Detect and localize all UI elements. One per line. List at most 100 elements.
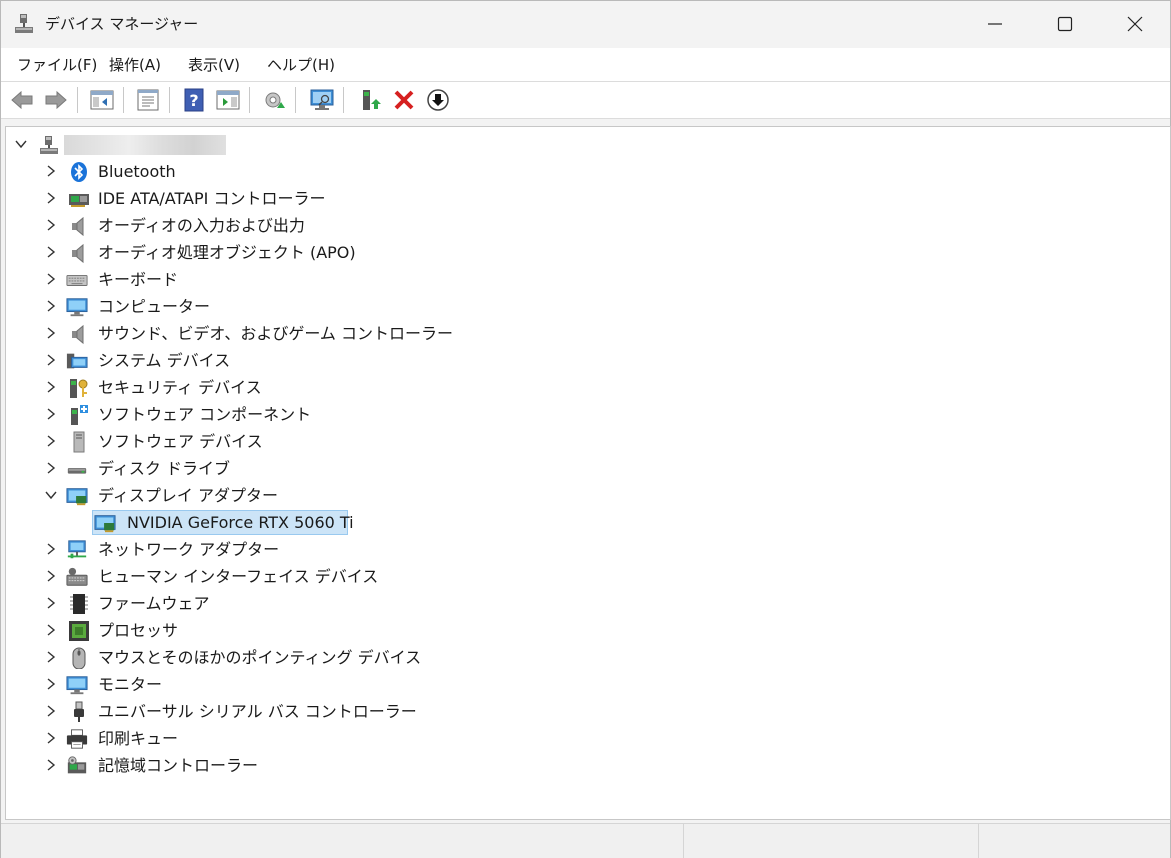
status-bar — [1, 823, 1170, 858]
chevron-right-icon[interactable] — [44, 677, 58, 691]
tree-item-software-components[interactable]: ソフトウェア コンポーネント — [6, 401, 606, 428]
chevron-right-icon[interactable] — [44, 407, 58, 421]
title-bar[interactable]: デバイス マネージャー — [1, 1, 1170, 47]
computer-name-redacted — [64, 135, 226, 155]
tree-item-apo[interactable]: オーディオ処理オブジェクト (APO) — [6, 239, 606, 266]
disable-device-button[interactable] — [425, 87, 451, 113]
usb-icon — [74, 701, 84, 722]
update-driver-icon — [265, 92, 285, 108]
tree-item-software-devices[interactable]: ソフトウェア デバイス — [6, 428, 606, 455]
maximize-button[interactable] — [1030, 1, 1100, 47]
minimize-button[interactable] — [960, 1, 1030, 47]
toolbar-separator — [123, 87, 124, 113]
tree-item-keyboard[interactable]: キーボード — [6, 266, 606, 293]
tree-item-audio-io[interactable]: オーディオの入力および出力 — [6, 212, 606, 239]
tree-item-security-devices[interactable]: セキュリティ デバイス — [6, 374, 606, 401]
chevron-down-icon[interactable] — [44, 488, 58, 502]
toolbar-separator — [295, 87, 296, 113]
device-manager-app-icon — [15, 14, 33, 33]
scan-hardware-changes-button[interactable] — [309, 87, 335, 113]
chevron-right-icon[interactable] — [44, 704, 58, 718]
printer-icon — [66, 729, 88, 749]
tree-item-print-queues[interactable]: 印刷キュー — [6, 725, 606, 752]
status-pane-right — [979, 824, 1169, 858]
uninstall-device-icon — [394, 90, 414, 110]
chevron-right-icon[interactable] — [44, 245, 58, 259]
chevron-right-icon[interactable] — [44, 623, 58, 637]
tree-item-label: マウスとそのほかのポインティング デバイス — [98, 648, 422, 667]
back-button[interactable] — [9, 87, 35, 113]
ide-controller-icon — [69, 194, 89, 207]
tree-item-label: ディスク ドライブ — [98, 459, 230, 478]
tree-item-label: サウンド、ビデオ、およびゲーム コントローラー — [98, 324, 454, 343]
chevron-right-icon[interactable] — [44, 542, 58, 556]
properties-button[interactable] — [135, 87, 161, 113]
show-action-pane-button[interactable] — [215, 87, 241, 113]
menu-file[interactable]: ファイル(F) — [15, 54, 99, 76]
chevron-right-icon[interactable] — [44, 650, 58, 664]
chevron-right-icon[interactable] — [44, 569, 58, 583]
tree-item-network-adapters[interactable]: ネットワーク アダプター — [6, 536, 606, 563]
menu-help[interactable]: ヘルプ(H) — [265, 54, 337, 76]
keyboard-icon — [66, 274, 88, 286]
device-tree[interactable]: Bluetooth IDE ATA/ATAPI コントローラー オーディオの入力… — [5, 126, 1171, 820]
tree-item-system-devices[interactable]: システム デバイス — [6, 347, 606, 374]
security-key-icon — [70, 379, 88, 398]
update-driver-button[interactable] — [261, 87, 287, 113]
chevron-right-icon[interactable] — [44, 218, 58, 232]
tree-item-label: 記憶域コントローラー — [98, 756, 259, 775]
chevron-right-icon[interactable] — [44, 596, 58, 610]
uninstall-device-button[interactable] — [391, 87, 417, 113]
forward-button[interactable] — [43, 87, 69, 113]
show-hide-console-tree-button[interactable] — [89, 87, 115, 113]
tree-item-usb-controllers[interactable]: ユニバーサル シリアル バス コントローラー — [6, 698, 606, 725]
tree-item-mice[interactable]: マウスとそのほかのポインティング デバイス — [6, 644, 606, 671]
computer-root-icon — [40, 136, 58, 154]
chevron-right-icon[interactable] — [44, 272, 58, 286]
monitor-icon — [66, 676, 88, 695]
tree-item-sound-video-game[interactable]: サウンド、ビデオ、およびゲーム コントローラー — [6, 320, 606, 347]
chevron-right-icon[interactable] — [44, 461, 58, 475]
tree-item-disk-drives[interactable]: ディスク ドライブ — [6, 455, 606, 482]
tree-root[interactable] — [6, 131, 606, 158]
firmware-chip-icon — [70, 594, 88, 614]
tree-item-monitors[interactable]: モニター — [6, 671, 606, 698]
close-button[interactable] — [1100, 1, 1170, 47]
display-adapter-icon — [66, 488, 88, 506]
tree-item-firmware[interactable]: ファームウェア — [6, 590, 606, 617]
menu-view[interactable]: 表示(V) — [186, 54, 242, 76]
chevron-down-icon[interactable] — [14, 137, 28, 151]
chevron-right-icon[interactable] — [44, 191, 58, 205]
display-adapter-icon — [94, 515, 116, 533]
chevron-right-icon[interactable] — [44, 731, 58, 745]
chevron-right-icon[interactable] — [44, 758, 58, 772]
speaker-icon — [72, 324, 84, 345]
tree-item-label: 印刷キュー — [98, 729, 179, 748]
tree-item-display-adapters[interactable]: ディスプレイ アダプター — [6, 482, 606, 509]
enable-device-button[interactable] — [357, 87, 383, 113]
chevron-right-icon[interactable] — [44, 164, 58, 178]
back-arrow-icon — [11, 90, 33, 110]
tree-item-label: モニター — [98, 675, 163, 694]
chevron-right-icon[interactable] — [44, 434, 58, 448]
help-button[interactable]: ? — [181, 87, 207, 113]
chevron-right-icon[interactable] — [44, 299, 58, 313]
toolbar-separator — [77, 87, 78, 113]
tree-item-hid[interactable]: ヒューマン インターフェイス デバイス — [6, 563, 606, 590]
scan-hardware-changes-icon — [310, 89, 334, 110]
disable-device-icon — [427, 89, 449, 111]
close-icon — [1127, 16, 1143, 32]
properties-icon — [137, 89, 159, 111]
toolbar-separator — [343, 87, 344, 113]
chevron-right-icon[interactable] — [44, 326, 58, 340]
tree-item-computer[interactable]: コンピューター — [6, 293, 606, 320]
menu-action[interactable]: 操作(A) — [107, 54, 163, 76]
tree-item-bluetooth[interactable]: Bluetooth — [6, 158, 606, 185]
tree-child-gpu[interactable]: NVIDIA GeForce RTX 5060 Ti — [6, 509, 606, 536]
tree-item-ide-controller[interactable]: IDE ATA/ATAPI コントローラー — [6, 185, 606, 212]
tree-item-storage-controllers[interactable]: 記憶域コントローラー — [6, 752, 606, 779]
chevron-right-icon[interactable] — [44, 380, 58, 394]
tree-item-processors[interactable]: プロセッサ — [6, 617, 606, 644]
chevron-right-icon[interactable] — [44, 353, 58, 367]
menu-bar: ファイル(F) 操作(A) 表示(V) ヘルプ(H) — [1, 48, 1170, 82]
